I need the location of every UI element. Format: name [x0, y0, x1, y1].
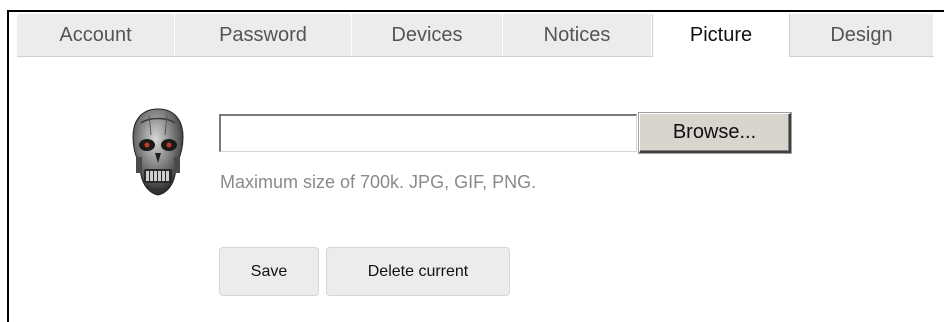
tab-account[interactable]: Account	[17, 14, 175, 56]
action-buttons: Save Delete current	[219, 247, 510, 296]
tab-picture[interactable]: Picture	[652, 14, 790, 57]
tab-bar: Account Password Devices Notices Picture…	[17, 14, 934, 57]
delete-current-button[interactable]: Delete current	[326, 247, 510, 296]
tab-password[interactable]: Password	[175, 14, 352, 56]
file-path-field[interactable]	[219, 114, 637, 152]
tab-notices[interactable]: Notices	[503, 14, 652, 56]
upload-hint: Maximum size of 700k. JPG, GIF, PNG.	[220, 172, 537, 192]
browse-button[interactable]: Browse...	[639, 113, 791, 153]
file-upload: Browse...	[219, 113, 791, 153]
skull-avatar-icon	[127, 105, 189, 201]
tab-devices[interactable]: Devices	[352, 14, 503, 56]
tab-design[interactable]: Design	[790, 14, 934, 56]
save-button[interactable]: Save	[219, 247, 319, 296]
